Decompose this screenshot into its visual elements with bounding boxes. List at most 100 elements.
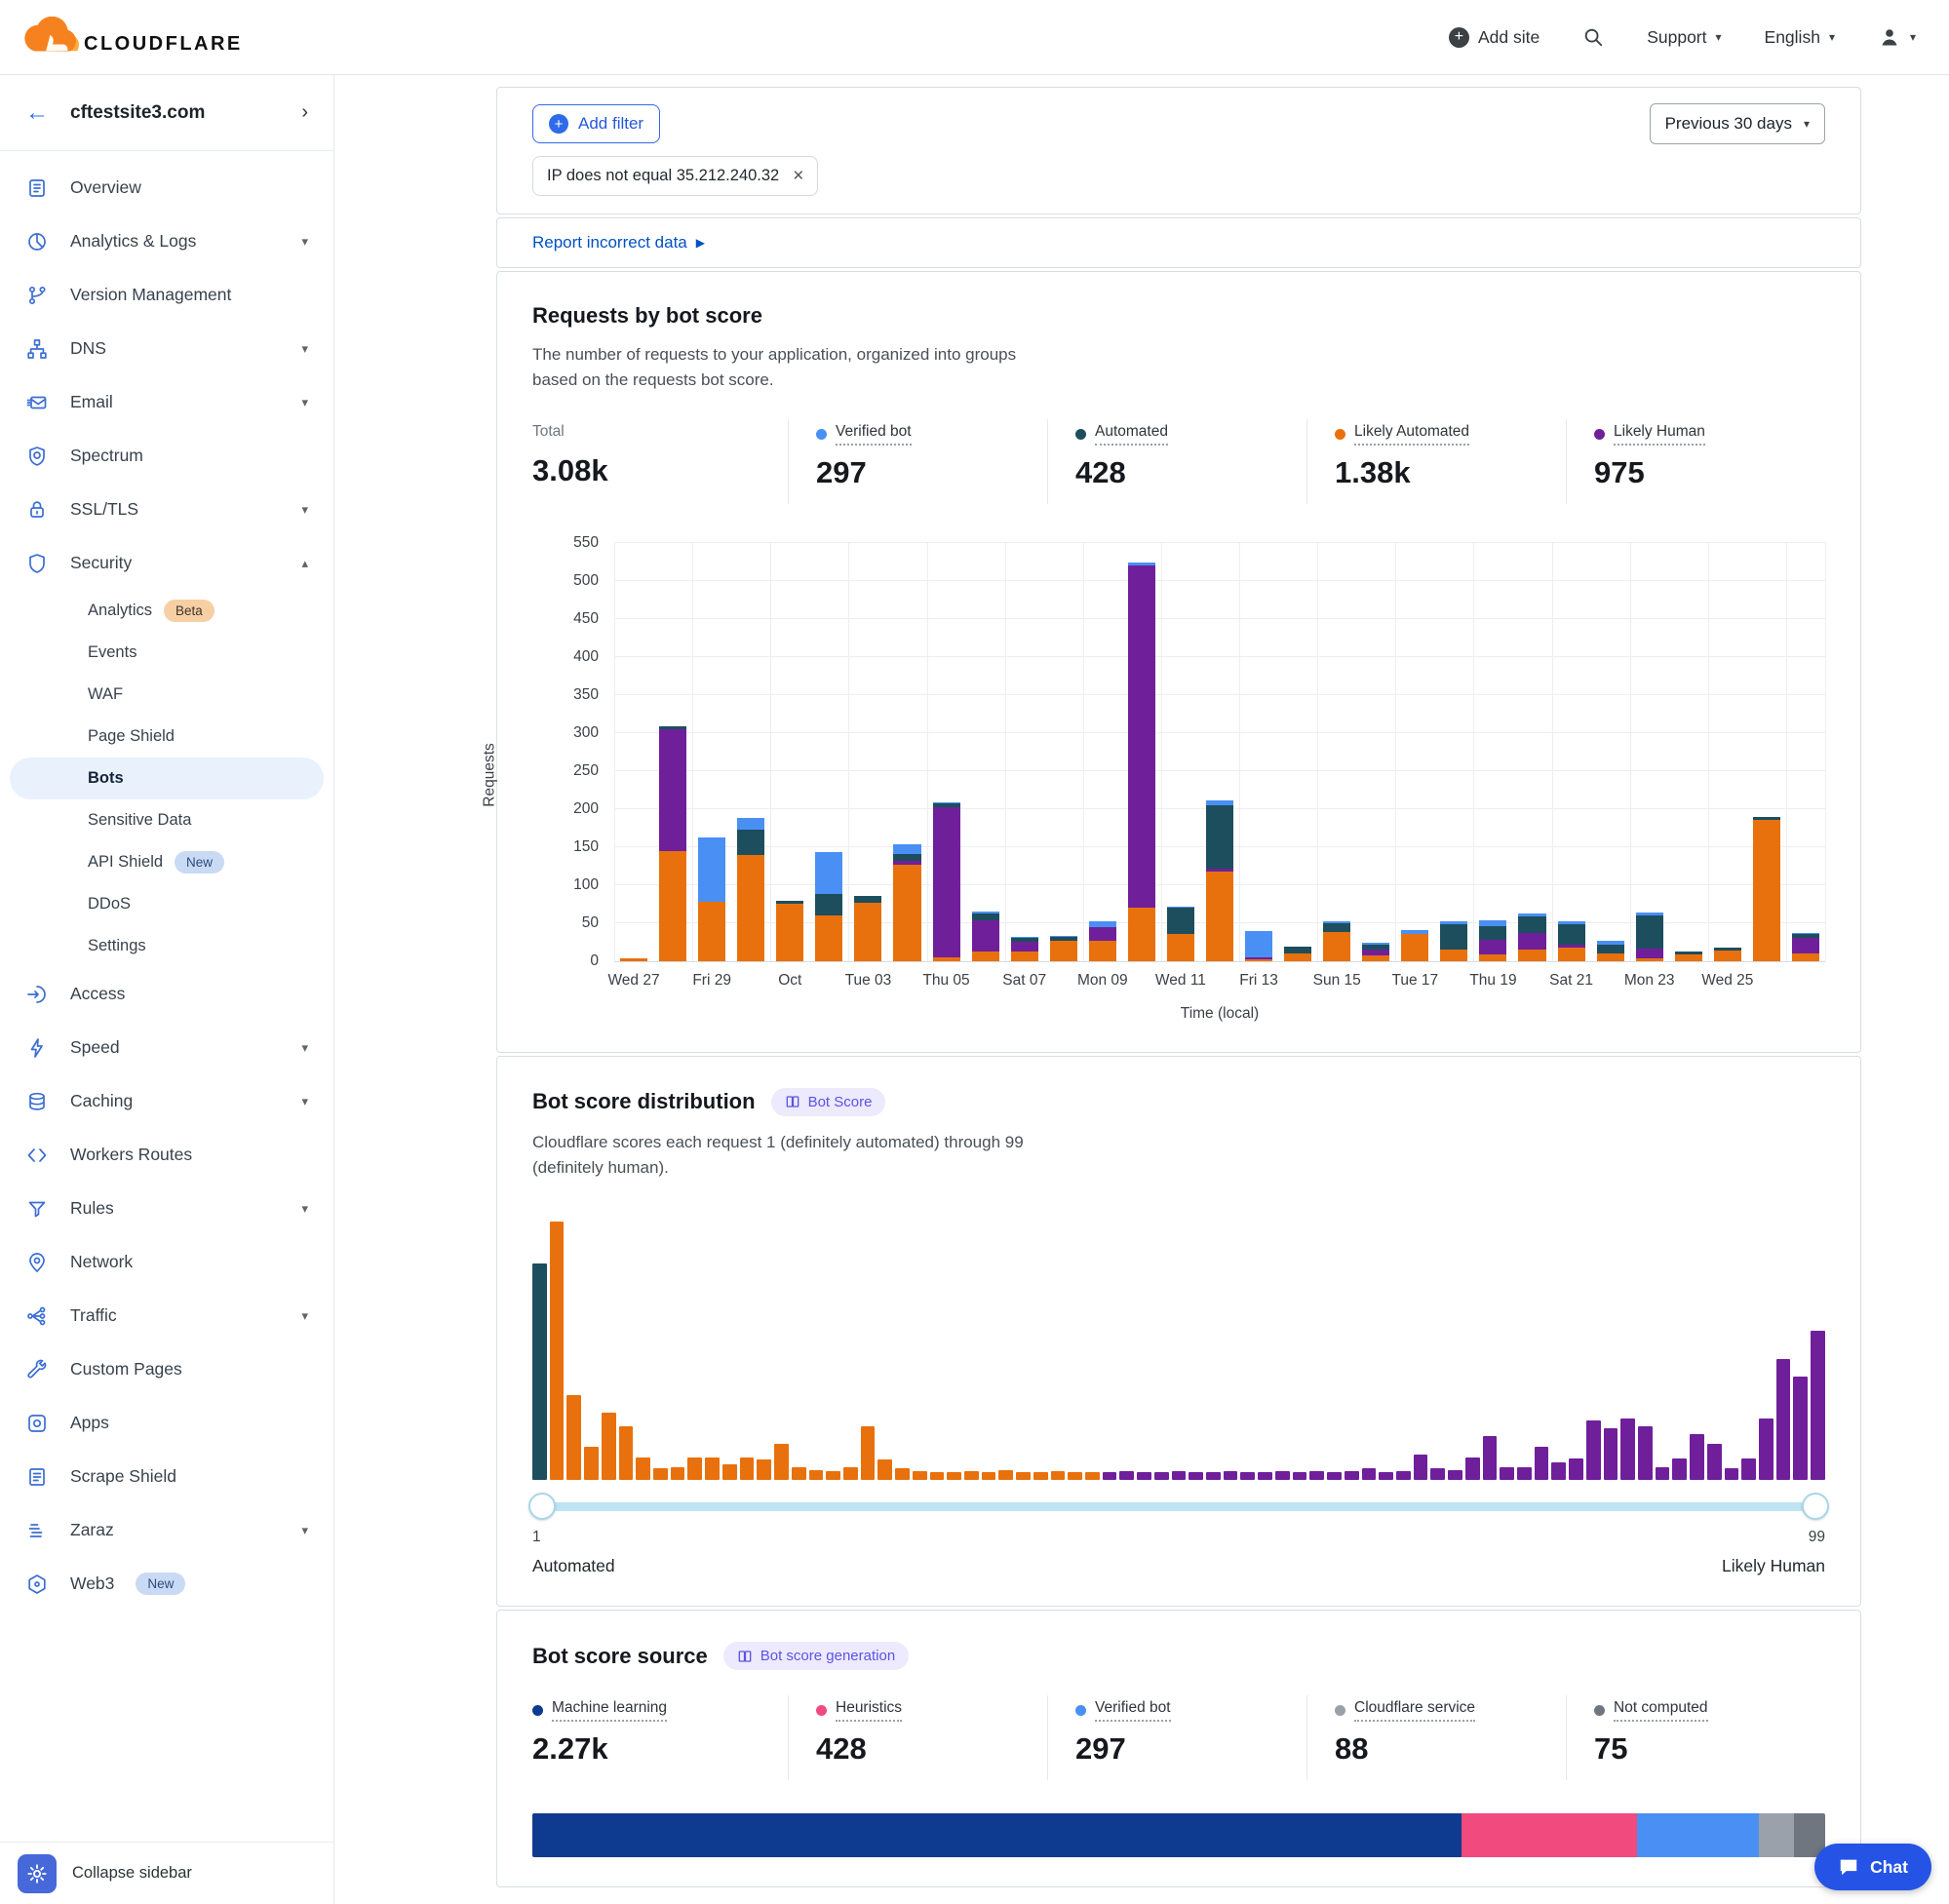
histogram-bar-likely_automated[interactable] xyxy=(1016,1472,1031,1480)
sidebar-item-workers-routes[interactable]: Workers Routes xyxy=(0,1128,333,1182)
sidebar-subitem-api-shield[interactable]: API ShieldNew xyxy=(0,841,333,883)
chart-bar[interactable] xyxy=(1122,543,1161,961)
chart-bar[interactable] xyxy=(887,543,926,961)
histogram-bar-likely_automated[interactable] xyxy=(913,1471,927,1480)
slider-track[interactable] xyxy=(532,1502,1825,1511)
chart-bar[interactable] xyxy=(614,543,653,961)
histogram-bar-likely_automated[interactable] xyxy=(705,1457,720,1481)
chart-bar[interactable] xyxy=(809,543,848,961)
histogram-bar-likely_human[interactable] xyxy=(1309,1471,1324,1480)
bot-score-generation-badge[interactable]: Bot score generation xyxy=(723,1642,909,1670)
stat-label[interactable]: Likely Human xyxy=(1594,423,1705,446)
histogram-bar-likely_human[interactable] xyxy=(1551,1462,1566,1481)
histogram-bar-likely_human[interactable] xyxy=(1569,1458,1583,1481)
histogram-bar-likely_automated[interactable] xyxy=(619,1426,634,1481)
histogram-bar-likely_human[interactable] xyxy=(1379,1472,1393,1480)
language-menu[interactable]: English ▾ xyxy=(1765,27,1835,48)
histogram-bar-likely_automated[interactable] xyxy=(584,1447,599,1480)
chart-bar[interactable] xyxy=(1083,543,1122,961)
sidebar-item-ssl-tls[interactable]: SSL/TLS▾ xyxy=(0,483,333,536)
sidebar-item-analytics-logs[interactable]: Analytics & Logs▾ xyxy=(0,214,333,268)
chart-bar[interactable] xyxy=(1317,543,1356,961)
histogram-bar-likely_automated[interactable] xyxy=(1033,1472,1048,1480)
histogram-bar-likely_automated[interactable] xyxy=(930,1472,945,1480)
chart-bar[interactable] xyxy=(1708,543,1747,961)
collapse-sidebar-button[interactable]: Collapse sidebar xyxy=(72,1864,192,1883)
sidebar-subitem-page-shield[interactable]: Page Shield xyxy=(0,716,333,758)
sidebar-subitem-sensitive-data[interactable]: Sensitive Data xyxy=(0,799,333,841)
chart-bar[interactable] xyxy=(1786,543,1825,961)
histogram-bar-likely_human[interactable] xyxy=(1327,1472,1342,1480)
histogram-bar-likely_automated[interactable] xyxy=(895,1468,910,1480)
histogram-bar-likely_human[interactable] xyxy=(1759,1418,1774,1481)
chart-bar[interactable] xyxy=(692,543,731,961)
search-button[interactable] xyxy=(1582,26,1604,48)
histogram-bar-likely_automated[interactable] xyxy=(998,1470,1013,1481)
chart-bar[interactable] xyxy=(1434,543,1473,961)
add-site-button[interactable]: + Add site xyxy=(1449,27,1540,48)
settings-gear-button[interactable] xyxy=(18,1854,57,1893)
histogram-bar-likely_automated[interactable] xyxy=(1068,1472,1082,1480)
histogram-bar-likely_human[interactable] xyxy=(1604,1428,1618,1480)
histogram-bar-likely_automated[interactable] xyxy=(602,1413,616,1480)
sidebar-item-speed[interactable]: Speed▾ xyxy=(0,1021,333,1074)
sidebar-subitem-analytics[interactable]: AnalyticsBeta xyxy=(0,590,333,632)
histogram-bar-likely_automated[interactable] xyxy=(757,1459,771,1480)
chart-bar[interactable] xyxy=(1395,543,1434,961)
chart-bar[interactable] xyxy=(770,543,809,961)
sidebar-subitem-settings[interactable]: Settings xyxy=(0,925,333,967)
sidebar-subitem-waf[interactable]: WAF xyxy=(0,674,333,716)
histogram-bar-likely_human[interactable] xyxy=(1154,1472,1169,1480)
histogram-bar-likely_automated[interactable] xyxy=(774,1444,789,1480)
histogram-bar-likely_human[interactable] xyxy=(1500,1467,1514,1480)
back-arrow-icon[interactable]: ← xyxy=(25,99,49,127)
histogram-bar-likely_automated[interactable] xyxy=(636,1457,650,1481)
histogram-bar-likely_human[interactable] xyxy=(1811,1331,1825,1481)
sidebar-item-caching[interactable]: Caching▾ xyxy=(0,1074,333,1128)
source-bar-segment-cloudflare_service[interactable] xyxy=(1759,1813,1795,1857)
bot-score-badge[interactable]: Bot Score xyxy=(771,1088,886,1116)
histogram-bar-likely_automated[interactable] xyxy=(792,1467,806,1480)
report-incorrect-data-link[interactable]: Report incorrect data xyxy=(532,233,687,253)
histogram-bar-likely_human[interactable] xyxy=(1396,1471,1411,1480)
chart-bar[interactable] xyxy=(1473,543,1512,961)
histogram-bar-likely_automated[interactable] xyxy=(740,1457,755,1481)
histogram-bar-likely_human[interactable] xyxy=(1465,1457,1480,1481)
sidebar-item-dns[interactable]: DNS▾ xyxy=(0,322,333,375)
stat-label[interactable]: Not computed xyxy=(1594,1699,1708,1722)
sidebar-subitem-events[interactable]: Events xyxy=(0,632,333,674)
account-menu[interactable]: ▾ xyxy=(1878,25,1916,49)
chevron-right-icon[interactable]: › xyxy=(301,101,308,124)
histogram-bar-likely_human[interactable] xyxy=(1638,1426,1653,1481)
stat-label[interactable]: Heuristics xyxy=(816,1699,902,1722)
histogram-bar-likely_automated[interactable] xyxy=(722,1464,737,1480)
histogram-bar-likely_human[interactable] xyxy=(1137,1472,1151,1480)
sidebar-item-email[interactable]: Email▾ xyxy=(0,375,333,429)
histogram-bar-likely_automated[interactable] xyxy=(947,1472,961,1480)
histogram-bar-automated[interactable] xyxy=(532,1263,547,1481)
histogram-bar-likely_human[interactable] xyxy=(1224,1471,1238,1480)
sidebar-item-scrape-shield[interactable]: Scrape Shield xyxy=(0,1450,333,1503)
chart-bar[interactable] xyxy=(1005,543,1044,961)
chart-bar[interactable] xyxy=(966,543,1005,961)
sidebar-item-overview[interactable]: Overview xyxy=(0,161,333,214)
histogram-bar-likely_human[interactable] xyxy=(1656,1467,1670,1480)
histogram-bar-likely_human[interactable] xyxy=(1690,1434,1704,1481)
add-filter-button[interactable]: + Add filter xyxy=(532,104,660,143)
chart-bar[interactable] xyxy=(1356,543,1395,961)
chart-bar[interactable] xyxy=(1669,543,1708,961)
sidebar-item-access[interactable]: Access xyxy=(0,967,333,1021)
chart-bar[interactable] xyxy=(927,543,966,961)
sidebar-item-web3[interactable]: Web3New xyxy=(0,1557,333,1611)
histogram-bar-likely_automated[interactable] xyxy=(877,1459,892,1480)
histogram-bar-likely_human[interactable] xyxy=(1258,1472,1272,1480)
histogram-bar-likely_automated[interactable] xyxy=(566,1395,581,1480)
sidebar-subitem-bots[interactable]: Bots xyxy=(10,758,324,799)
chart-bar[interactable] xyxy=(1512,543,1551,961)
histogram-bar-likely_automated[interactable] xyxy=(861,1426,876,1481)
chart-bar[interactable] xyxy=(1591,543,1630,961)
sidebar-item-zaraz[interactable]: Zaraz▾ xyxy=(0,1503,333,1557)
histogram-bar-likely_automated[interactable] xyxy=(964,1471,979,1480)
histogram-bar-likely_human[interactable] xyxy=(1776,1359,1791,1481)
histogram-bar-likely_human[interactable] xyxy=(1172,1471,1187,1480)
